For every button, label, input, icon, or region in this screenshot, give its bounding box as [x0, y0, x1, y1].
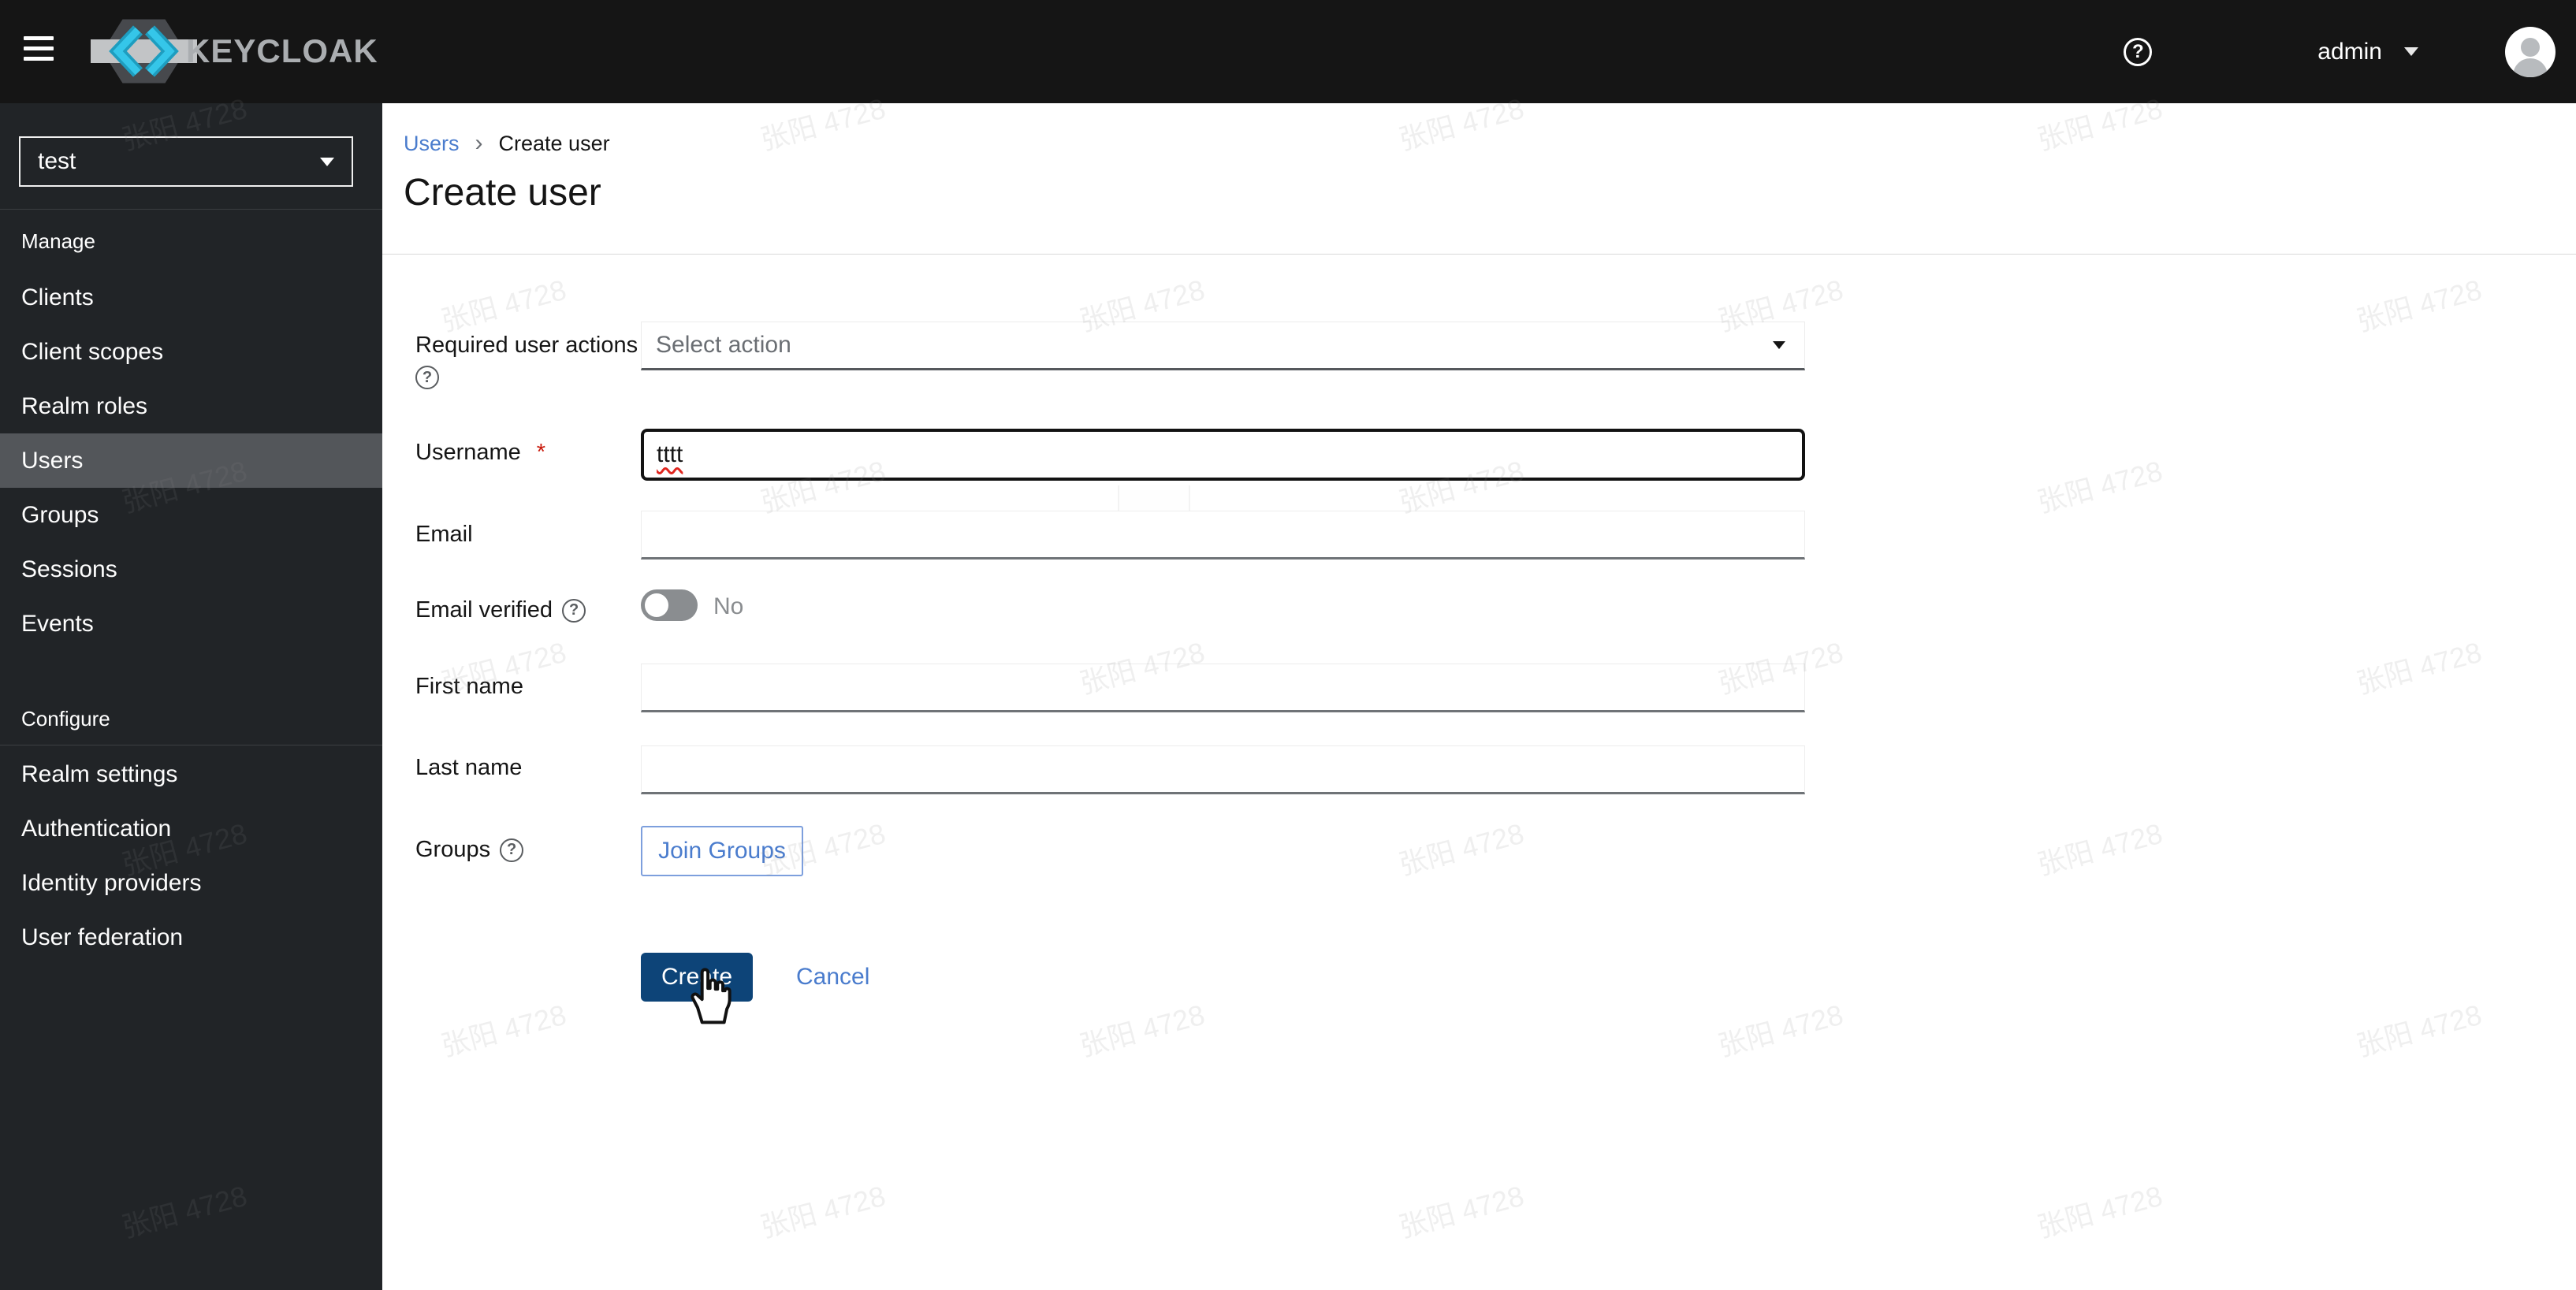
chevron-down-icon [1773, 341, 1785, 349]
required-user-actions-select[interactable]: Select action [641, 322, 1805, 370]
main-content: Users › Create user Create user Required… [382, 103, 2576, 1290]
sidebar-item-client-scopes[interactable]: Client scopes [0, 325, 382, 379]
realm-selector-value: test [38, 148, 76, 174]
app-header: KEYCLOAK ? admin [0, 0, 2576, 103]
chevron-down-icon [2404, 47, 2418, 56]
join-groups-button[interactable]: Join Groups [641, 826, 803, 876]
sidebar-item-users[interactable]: Users [0, 433, 382, 488]
toggle-knob [645, 593, 668, 617]
groups-label: Groups ? [415, 837, 524, 863]
realm-selector[interactable]: test [19, 136, 353, 187]
help-icon[interactable]: ? [562, 598, 586, 623]
chevron-right-icon: › [475, 130, 483, 156]
sidebar-item-realm-settings[interactable]: Realm settings [0, 747, 382, 801]
user-menu-label: admin [2317, 38, 2382, 65]
username-input[interactable]: tttt [641, 429, 1805, 481]
keycloak-logo: KEYCLOAK [79, 19, 378, 84]
email-verified-state: No [713, 593, 744, 619]
divider [382, 254, 2576, 255]
sidebar-nav: test Manage Clients Client scopes Realm ro… [0, 103, 382, 1290]
help-icon[interactable]: ? [415, 366, 439, 389]
create-button[interactable]: Create [641, 953, 754, 1002]
last-name-input[interactable] [641, 745, 1805, 794]
avatar[interactable] [2505, 26, 2556, 77]
first-name-input[interactable] [641, 664, 1805, 712]
chevron-down-icon [320, 157, 334, 166]
select-placeholder: Select action [656, 332, 791, 358]
nav-toggle-hamburger-icon[interactable] [24, 36, 55, 68]
breadcrumb: Users › Create user [404, 130, 610, 157]
nav-group-title-manage: Manage [21, 229, 95, 253]
email-verified-label: Email verified ? [415, 597, 586, 623]
sidebar-item-realm-roles[interactable]: Realm roles [0, 379, 382, 433]
email-input[interactable] [641, 511, 1805, 559]
nav-list-configure: Realm settings Authentication Identity pro… [0, 747, 382, 965]
sidebar-item-authentication[interactable]: Authentication [0, 801, 382, 856]
help-icon[interactable]: ? [500, 838, 524, 862]
required-user-actions-label: Required user actions [415, 333, 638, 358]
breadcrumb-current: Create user [498, 131, 610, 155]
help-icon[interactable]: ? [2124, 37, 2153, 66]
user-menu[interactable]: admin [2317, 39, 2418, 65]
email-label: Email [415, 522, 473, 547]
sidebar-item-groups[interactable]: Groups [0, 488, 382, 542]
sidebar-item-clients[interactable]: Clients [0, 270, 382, 325]
first-name-label: First name [415, 674, 523, 699]
brand-name: KEYCLOAK [186, 32, 378, 69]
required-asterisk: * [536, 440, 546, 465]
sidebar-item-events[interactable]: Events [0, 597, 382, 651]
sidebar-item-sessions[interactable]: Sessions [0, 542, 382, 597]
required-user-actions-help: ? [415, 366, 439, 389]
nav-list-manage: Clients Client scopes Realm roles Users Grou… [0, 270, 382, 651]
email-verified-toggle[interactable] [641, 589, 698, 621]
last-name-label: Last name [415, 755, 523, 780]
divider [0, 209, 382, 210]
username-label: Username * [415, 440, 546, 465]
keycloak-logo-mark-icon [91, 19, 197, 84]
breadcrumb-users-link[interactable]: Users [404, 132, 460, 156]
page-title: Create user [404, 172, 601, 214]
username-value: tttt [657, 441, 683, 467]
nav-group-title-configure: Configure [21, 707, 110, 731]
cancel-button[interactable]: Cancel [796, 964, 869, 991]
sidebar-item-identity-providers[interactable]: Identity providers [0, 856, 382, 910]
sidebar-item-user-federation[interactable]: User federation [0, 910, 382, 965]
